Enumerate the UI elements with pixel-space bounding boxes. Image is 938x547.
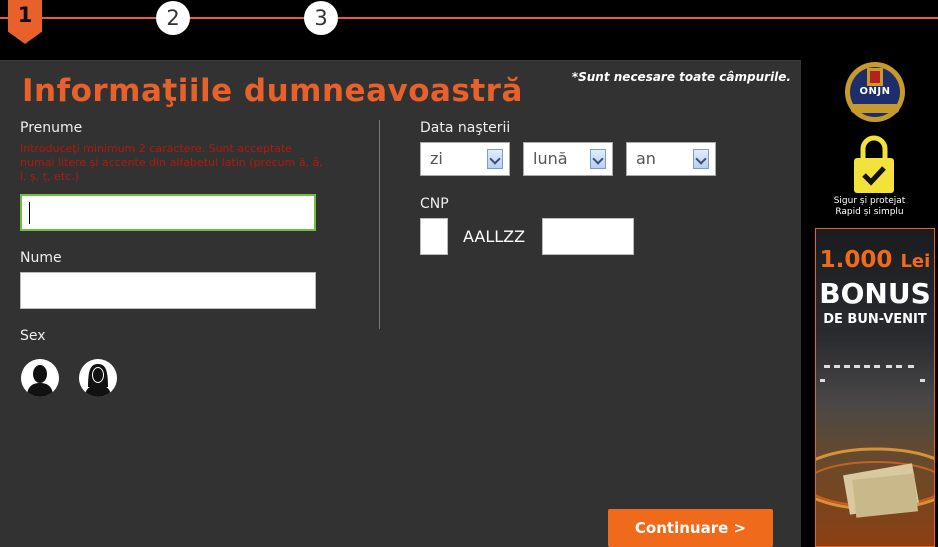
cnp-suffix-input[interactable]	[542, 218, 634, 255]
required-fields-note: *Sunt necesare toate câmpurile.	[571, 70, 791, 84]
secure-text: Sigur și protejat	[833, 196, 906, 206]
first-name-hint: Introduceţi minimum 2 caractere. Sunt ac…	[20, 142, 323, 183]
last-name-label: Nume	[20, 250, 62, 266]
chevron-down-icon	[487, 149, 503, 169]
bonus-currency: Lei	[900, 251, 931, 272]
bonus-banner[interactable]: 1.000 Lei BONUS DE BUN-VENIT	[815, 228, 935, 547]
onjn-seal: ONJN	[843, 60, 907, 124]
cnp-format-label: AALLZZ	[463, 227, 526, 246]
step-2: 2	[156, 1, 190, 35]
birth-day-value: zi	[430, 149, 443, 168]
sex-label: Sex	[20, 328, 46, 344]
first-name-label: Prenume	[20, 120, 83, 136]
seal-text: ONJN	[859, 86, 891, 97]
first-name-input[interactable]	[20, 194, 316, 231]
birth-date-label: Data naşterii	[420, 120, 511, 136]
step-3: 3	[304, 1, 338, 35]
birth-year-select[interactable]: an	[626, 142, 716, 176]
bonus-amount: 1.000 Lei	[816, 247, 934, 273]
lock-icon	[852, 133, 896, 195]
birth-day-select[interactable]: zi	[420, 142, 510, 176]
bonus-title: BONUS	[819, 277, 931, 310]
chevron-down-icon	[693, 149, 709, 169]
female-avatar-icon[interactable]	[79, 359, 117, 397]
cnp-first-digit-input[interactable]	[420, 218, 448, 255]
text-caret	[29, 202, 30, 224]
birth-month-select[interactable]: lună	[523, 142, 613, 176]
progress-steps: 1 2 3	[0, 0, 938, 60]
progress-line	[0, 17, 938, 19]
male-avatar-icon[interactable]	[21, 359, 59, 397]
sidebar: ONJN Sigur și protejat Rapid și simplu 1…	[801, 60, 938, 547]
bonus-subtitle: DE BUN-VENIT	[823, 312, 927, 327]
birth-month-value: lună	[533, 149, 568, 168]
birth-year-value: an	[636, 149, 656, 168]
continue-button[interactable]: Continuare >	[608, 509, 773, 547]
banner-artwork	[816, 365, 934, 518]
step-1-number: 1	[17, 3, 33, 27]
last-name-input[interactable]	[20, 272, 316, 309]
chevron-down-icon	[590, 149, 606, 169]
step-1-active: 1	[8, 0, 42, 44]
page-title: Informaţiile dumneavoastră	[22, 73, 523, 109]
personal-info-form: Informaţiile dumneavoastră *Sunt necesar…	[0, 60, 801, 547]
bonus-amount-value: 1.000	[819, 247, 893, 273]
fast-text: Rapid și simplu	[835, 207, 904, 217]
column-divider	[379, 120, 380, 329]
cnp-label: CNP	[420, 196, 449, 212]
